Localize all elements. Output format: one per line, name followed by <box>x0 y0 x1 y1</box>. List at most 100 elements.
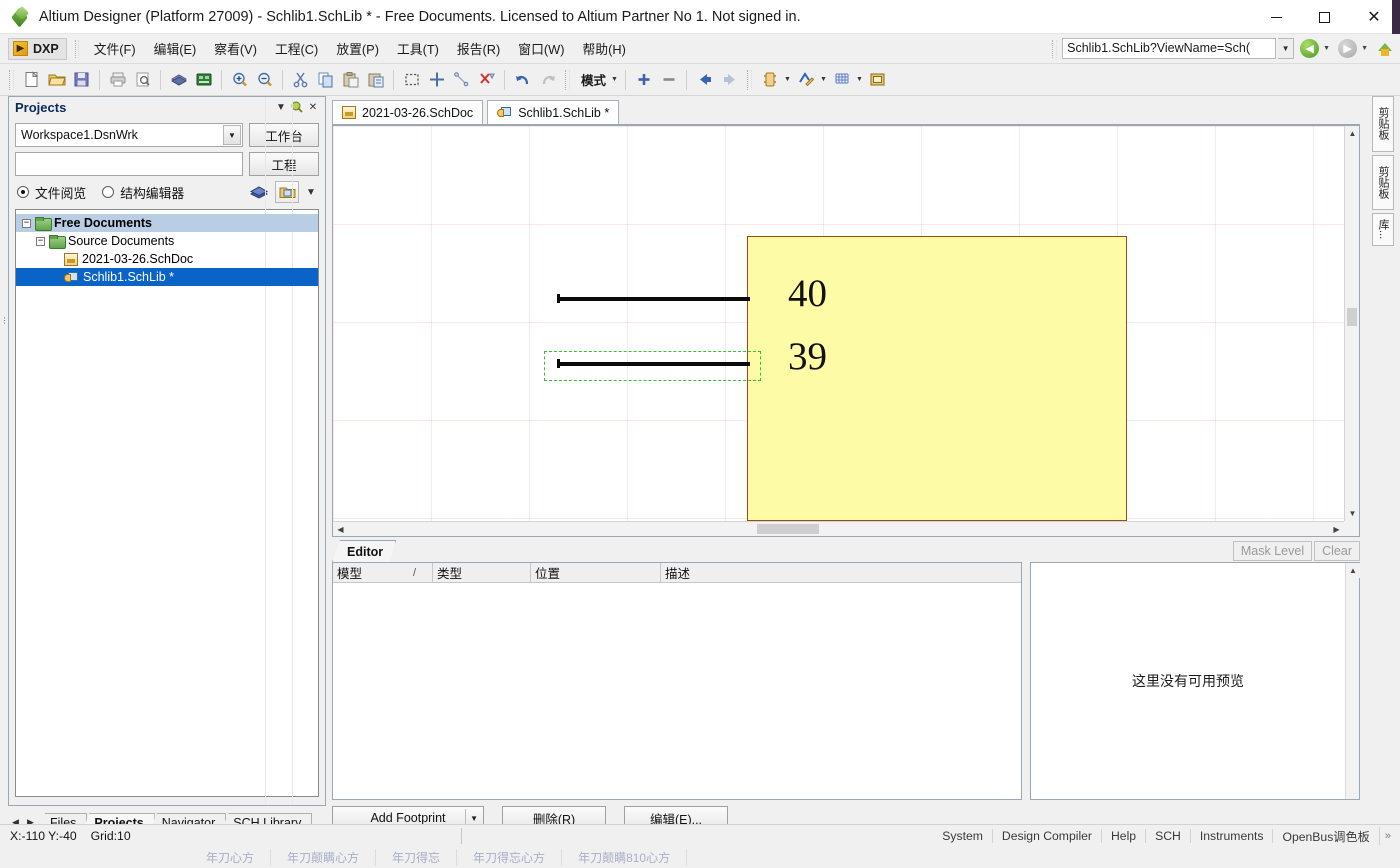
menu-tools[interactable]: 工具(T) <box>388 36 448 61</box>
chevron-down-icon[interactable]: ▼ <box>273 99 289 115</box>
mask-level-button[interactable]: Mask Level <box>1232 541 1313 561</box>
menu-project[interactable]: 工程(C) <box>266 36 327 61</box>
zoom-out-icon[interactable] <box>252 68 277 92</box>
component-icon[interactable] <box>757 68 782 92</box>
menu-reports[interactable]: 报告(R) <box>448 36 509 61</box>
next-part-icon[interactable] <box>717 68 742 92</box>
tree-node-schlib[interactable]: Schlib1.SchLib * <box>16 268 318 286</box>
chevron-up-icon[interactable]: ▲ <box>1346 563 1360 578</box>
status-sch-button[interactable]: SCH <box>1146 828 1191 843</box>
column-header-description[interactable]: 描述 <box>661 563 1021 582</box>
chevron-right-icon[interactable]: ▶ <box>1329 522 1344 536</box>
chevron-up-icon[interactable]: ▲ <box>1345 126 1359 141</box>
schematic-canvas[interactable]: 40 39 <box>333 126 1344 521</box>
chevron-down-icon[interactable]: ▼ <box>470 814 478 823</box>
draw-tools-icon[interactable] <box>793 68 818 92</box>
radio-file-view[interactable] <box>17 186 29 198</box>
workspace-button[interactable]: 工作台 <box>249 123 319 147</box>
tree-expander[interactable]: − <box>36 236 45 246</box>
menu-file[interactable]: 文件(F) <box>85 36 145 61</box>
column-header-type[interactable]: 类型 <box>433 563 531 582</box>
chevron-down-icon[interactable]: ▼ <box>223 125 241 145</box>
menu-view[interactable]: 察看(V) <box>205 36 266 61</box>
device-view-icon[interactable] <box>191 68 216 92</box>
status-help-button[interactable]: Help <box>1102 828 1147 843</box>
status-instruments-button[interactable]: Instruments <box>1191 828 1274 843</box>
address-dropdown-icon[interactable]: ▼ <box>1278 38 1295 59</box>
workspace-combo[interactable]: Workspace1.DsnWrk ▼ <box>15 123 243 147</box>
zoom-in-icon[interactable] <box>227 68 252 92</box>
preview-vertical-scrollbar[interactable]: ▲ <box>1345 563 1360 799</box>
remove-part-icon[interactable] <box>656 68 681 92</box>
copy-icon[interactable] <box>313 68 338 92</box>
tree-expander[interactable]: − <box>22 218 31 228</box>
back-dropdown-icon[interactable]: ▼ <box>1323 45 1330 52</box>
pin-line-39[interactable] <box>560 362 750 366</box>
maximize-button[interactable] <box>1300 0 1348 34</box>
status-openbus-button[interactable]: OpenBus调色板 <box>1273 826 1380 845</box>
print-icon[interactable] <box>105 68 130 92</box>
minimize-button[interactable] <box>1252 0 1300 34</box>
add-part-icon[interactable] <box>631 68 656 92</box>
open-project-icon[interactable] <box>275 181 299 203</box>
component-dropdown-icon[interactable]: ▼ <box>782 68 793 92</box>
save-icon[interactable] <box>69 68 94 92</box>
tree-node-free-documents[interactable]: − Free Documents <box>16 214 318 232</box>
deselect-icon[interactable] <box>449 68 474 92</box>
new-document-icon[interactable] <box>19 68 44 92</box>
dxp-menu-button[interactable]: ▶ DXP <box>8 37 67 60</box>
column-header-location[interactable]: 位置 <box>531 563 661 582</box>
library-icon[interactable] <box>865 68 890 92</box>
forward-dropdown-icon[interactable]: ▼ <box>1361 45 1368 52</box>
project-input[interactable] <box>15 152 243 176</box>
back-arrow-icon[interactable]: ◀ <box>1300 39 1320 58</box>
right-tab-library[interactable]: 库... <box>1372 213 1394 246</box>
status-system-button[interactable]: System <box>933 828 993 843</box>
cut-icon[interactable] <box>288 68 313 92</box>
menu-edit[interactable]: 编辑(E) <box>145 36 206 61</box>
chevron-down-icon[interactable]: ▼ <box>1345 506 1359 521</box>
chevron-left-icon[interactable]: ◀ <box>333 522 348 536</box>
address-input[interactable]: Schlib1.SchLib?ViewName=Sch( <box>1062 38 1277 59</box>
status-design-compiler-button[interactable]: Design Compiler <box>993 828 1102 843</box>
paste-special-icon[interactable] <box>363 68 388 92</box>
column-header-model[interactable]: 模型 / <box>333 563 433 582</box>
grid-dropdown-icon[interactable]: ▼ <box>854 68 865 92</box>
forward-arrow-icon[interactable]: ▶ <box>1338 39 1358 58</box>
home-icon[interactable] <box>1376 40 1394 58</box>
tab-editor[interactable]: Editor <box>332 540 396 562</box>
status-more-icon[interactable]: » <box>1380 830 1396 842</box>
paste-icon[interactable] <box>338 68 363 92</box>
right-tab-clipboard-2[interactable]: 剪贴板 <box>1372 154 1394 211</box>
redo-icon[interactable] <box>535 68 560 92</box>
grid-icon[interactable] <box>829 68 854 92</box>
right-tab-clipboard-1[interactable]: 剪贴板 <box>1372 96 1394 152</box>
open-folder-icon[interactable] <box>44 68 69 92</box>
pcb-board-icon[interactable] <box>166 68 191 92</box>
clear-selection-icon[interactable] <box>474 68 499 92</box>
clear-mask-button[interactable]: Clear <box>1314 541 1360 561</box>
draw-tools-dropdown-icon[interactable]: ▼ <box>818 68 829 92</box>
previous-part-icon[interactable] <box>692 68 717 92</box>
mode-dropdown-icon[interactable]: ▼ <box>609 68 620 92</box>
undo-icon[interactable] <box>510 68 535 92</box>
project-button[interactable]: 工程 <box>249 152 319 176</box>
books-icon[interactable] <box>247 181 271 203</box>
radio-structure-editor[interactable] <box>102 186 115 198</box>
hscroll-thumb[interactable] <box>757 524 819 534</box>
doctab-schlib[interactable]: Schlib1.SchLib * <box>487 100 620 124</box>
move-icon[interactable] <box>424 68 449 92</box>
print-preview-icon[interactable] <box>130 68 155 92</box>
tree-node-schdoc[interactable]: 2021-03-26.SchDoc <box>16 250 318 268</box>
menu-place[interactable]: 放置(P) <box>327 36 388 61</box>
close-icon[interactable]: ✕ <box>305 99 321 115</box>
doctab-schdoc[interactable]: 2021-03-26.SchDoc <box>332 100 484 124</box>
select-area-icon[interactable] <box>399 68 424 92</box>
menu-window[interactable]: 窗口(W) <box>509 36 573 61</box>
menu-help[interactable]: 帮助(H) <box>573 36 634 61</box>
canvas-vertical-scrollbar[interactable]: ▲ ▼ <box>1344 126 1359 521</box>
open-project-dropdown-icon[interactable]: ▼ <box>303 184 319 200</box>
tree-node-source-documents[interactable]: − Source Documents <box>16 232 318 250</box>
vscroll-thumb[interactable] <box>1347 308 1357 326</box>
pin-line-40[interactable] <box>560 297 750 301</box>
